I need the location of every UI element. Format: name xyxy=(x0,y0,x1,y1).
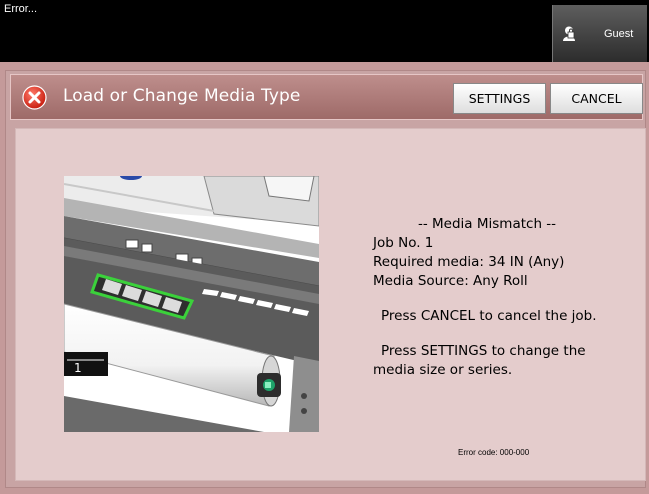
error-code: Error code: 000-000 xyxy=(458,448,530,457)
media-source: Media Source: Any Roll xyxy=(373,273,528,289)
job-number: Job No. 1 xyxy=(373,235,434,251)
settings-button[interactable]: SETTINGS xyxy=(453,83,546,114)
top-bar: Error... Guest xyxy=(0,0,649,62)
message-heading: -- Media Mismatch -- xyxy=(418,216,557,232)
dialog-header: Load or Change Media Type SETTINGS CANCE… xyxy=(10,74,643,120)
settings-instruction-line1: Press SETTINGS to change the xyxy=(381,343,586,359)
settings-instruction-line2: media size or series. xyxy=(373,362,513,378)
roll-number-label: 1 xyxy=(74,361,82,375)
user-lock-icon xyxy=(563,26,575,41)
user-button[interactable]: Guest xyxy=(552,5,647,62)
dialog-title: Load or Change Media Type xyxy=(63,86,301,106)
printer-roll-illustration: 1 xyxy=(64,176,319,432)
user-label: Guest xyxy=(604,28,634,40)
window-title: Error... xyxy=(4,3,38,15)
cancel-button[interactable]: CANCEL xyxy=(550,83,643,114)
cancel-instruction: Press CANCEL to cancel the job. xyxy=(381,308,597,324)
required-media: Required media: 34 IN (Any) xyxy=(373,254,565,270)
message-text: -- Media Mismatch -- Job No. 1 Required … xyxy=(373,215,608,380)
error-x-icon xyxy=(22,85,47,110)
